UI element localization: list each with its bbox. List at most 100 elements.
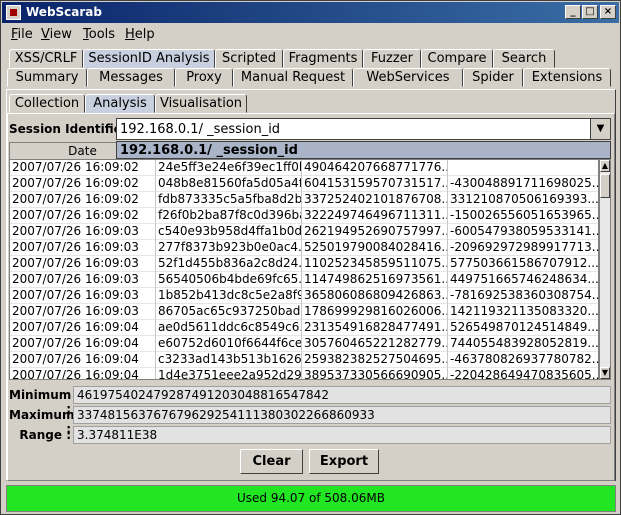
minimize-icon[interactable]: _	[565, 5, 581, 19]
table-cell: 490464207668771776...	[304, 160, 448, 176]
range-label: Range :	[19, 428, 71, 442]
chevron-down-icon[interactable]: ▼	[590, 119, 610, 139]
menu-file[interactable]: File	[11, 27, 33, 42]
table-cell: 231354916828477491...	[304, 320, 448, 336]
table-cell: 048b8e81560fa5d05a4f...	[158, 176, 302, 192]
table-cell: 2007/07/26 16:09:04	[10, 368, 156, 379]
table-cell: 2007/07/26 16:09:02	[10, 208, 156, 224]
table-row[interactable]: 2007/07/26 16:09:03 c540e93b958d4ffa1b0d.…	[10, 224, 599, 240]
table-cell: 86705ac65c937250bad...	[158, 304, 302, 320]
table-row[interactable]: 2007/07/26 16:09:04 c3233ad143b513b1626..…	[10, 352, 599, 368]
menu-bar: File View Tools Help	[2, 24, 619, 45]
table-cell: 744055483928052819...	[450, 336, 599, 350]
table-cell: c3233ad143b513b1626...	[158, 352, 302, 368]
range-field: 3.374811E38	[73, 426, 611, 444]
menu-tools[interactable]: Tools	[83, 27, 115, 42]
table-scrollbar[interactable]: ▲ ▼	[599, 159, 611, 380]
table-cell: 178699929816026006...	[304, 304, 448, 320]
table-cell: 305760465221282779...	[304, 336, 448, 352]
table-cell: e60752d6010f6644f6ce...	[158, 336, 302, 352]
table-cell: 2007/07/26 16:09:03	[10, 304, 156, 320]
tab-compare[interactable]: Compare	[421, 49, 493, 68]
table-cell: 322249746496711311...	[304, 208, 448, 224]
table-cell: 2007/07/26 16:09:02	[10, 160, 156, 176]
table-cell: 526549870124514849...	[450, 320, 599, 334]
table-row[interactable]: 2007/07/26 16:09:03 52f1d455b836a2c8d24..…	[10, 256, 599, 272]
table-cell: 449751665746248634...	[450, 272, 599, 286]
table-row[interactable]: 2007/07/26 16:09:02 fdb873335c5a5fba8d2b.…	[10, 192, 599, 208]
table-row[interactable]: 2007/07/26 16:09:03 277f8373b923b0e0ac4..…	[10, 240, 599, 256]
table-row[interactable]: 2007/07/26 16:09:02 048b8e81560fa5d05a4f.…	[10, 176, 598, 192]
title-bar[interactable]: WebScarab _ □ ×	[2, 2, 619, 23]
table-row[interactable]: 2007/07/26 16:09:04 e60752d6010f6644f6ce.…	[10, 336, 599, 352]
table-cell: 331210870506169393...	[450, 192, 599, 206]
scroll-thumb[interactable]	[600, 174, 610, 198]
table-cell: 1b852b413dc8c5e2a8f9...	[158, 288, 302, 304]
table-cell: 56540506b4bde69fc65...	[158, 272, 302, 288]
tab-analysis[interactable]: Analysis	[85, 94, 155, 113]
tab-messages[interactable]: Messages	[87, 68, 175, 87]
maximum-field: 3374815637676796292541113803022668609​33	[73, 406, 611, 424]
export-button[interactable]: Export	[309, 449, 379, 474]
table-cell: 2007/07/26 16:09:04	[10, 336, 156, 352]
session-table: Date 2007/07/26 16:09:02 24e5ff3e24e6f39e…	[9, 142, 599, 380]
session-dropdown-option[interactable]: 192.168.0.1/ _session_id	[116, 141, 611, 159]
tab-visualisation[interactable]: Visualisation	[155, 94, 247, 113]
table-cell: 52f1d455b836a2c8d24...	[158, 256, 302, 272]
tab-summary[interactable]: Summary	[7, 68, 87, 87]
table-cell: c540e93b958d4ffa1b0d...	[158, 224, 302, 240]
tab-search[interactable]: Search	[493, 49, 555, 68]
scroll-up-icon[interactable]: ▲	[600, 160, 610, 172]
table-cell: 337252402101876708...	[304, 192, 448, 208]
clear-button[interactable]: Clear	[240, 449, 303, 474]
tab-xss-crlf[interactable]: XSS/CRLF	[9, 49, 83, 68]
table-row[interactable]: 2007/07/26 16:09:03 1b852b413dc8c5e2a8f9.…	[10, 288, 599, 304]
menu-view[interactable]: View	[41, 27, 72, 42]
table-cell: fdb873335c5a5fba8d2b...	[158, 192, 302, 208]
table-cell: 604153159570731517...	[304, 176, 448, 192]
table-cell: 2007/07/26 16:09:03	[10, 240, 156, 256]
menu-help[interactable]: Help	[125, 27, 155, 42]
table-cell: 2007/07/26 16:09:03	[10, 288, 156, 304]
table-row[interactable]: 2007/07/26 16:09:02 f26f0b2ba87f8c0d396ba…	[10, 208, 599, 224]
table-cell: -150026556051653965...	[450, 208, 599, 222]
table-row[interactable]: 2007/07/26 16:09:04 ae0d5611ddc6c8549c6..…	[10, 320, 599, 336]
table-cell: 1d4e3751eee2a952d29...	[156, 368, 302, 379]
scroll-down-icon[interactable]: ▼	[600, 367, 610, 379]
table-cell: 2007/07/26 16:09:02	[10, 192, 156, 208]
close-icon[interactable]: ×	[600, 5, 616, 19]
tab-proxy[interactable]: Proxy	[175, 68, 233, 87]
tab-extensions[interactable]: Extensions	[523, 68, 611, 87]
table-cell: -220428649470835605...	[448, 368, 598, 379]
tab-manual-request[interactable]: Manual Request	[233, 68, 353, 87]
table-cell: -463780826937780782...	[450, 352, 599, 366]
memory-status-bar[interactable]: Used 94.07 of 508.06MB	[6, 485, 616, 512]
table-cell: 577503661586707912...	[450, 256, 599, 270]
tab-spider[interactable]: Spider	[463, 68, 523, 87]
table-cell: 110252345859511075...	[304, 256, 448, 272]
table-cell: 259382382527504695...	[304, 352, 448, 368]
tab-fragments[interactable]: Fragments	[283, 49, 363, 68]
table-cell: 2007/07/26 16:09:02	[10, 176, 156, 192]
table-cell: -600547938059533141...	[450, 224, 599, 238]
tab-scripted[interactable]: Scripted	[215, 49, 283, 68]
table-cell: 142119321135083320...	[450, 304, 599, 318]
table-cell: 2007/07/26 16:09:04	[10, 352, 156, 368]
table-cell: 365806086809426863...	[304, 288, 448, 304]
table-row[interactable]: 2007/07/26 16:09:03 86705ac65c937250bad..…	[10, 304, 599, 320]
table-cell: -209692972989917713...	[450, 240, 599, 254]
table-row[interactable]: 2007/07/26 16:09:02 24e5ff3e24e6f39ec1ff0…	[10, 160, 598, 176]
app-icon	[6, 5, 21, 20]
table-row[interactable]: 2007/07/26 16:09:03 56540506b4bde69fc65..…	[10, 272, 599, 288]
webscarab-window: WebScarab _ □ × File View Tools Help XSS…	[0, 0, 621, 515]
table-cell: -781692538360308754...	[450, 288, 599, 302]
tab-collection[interactable]: Collection	[9, 94, 85, 113]
tab-sessionid-analysis[interactable]: SessionID Analysis	[83, 49, 215, 68]
tab-webservices[interactable]: WebServices	[353, 68, 463, 87]
table-row[interactable]: 2007/07/26 16:09:04 1d4e3751eee2a952d29..…	[10, 368, 598, 379]
tab-fuzzer[interactable]: Fuzzer	[363, 49, 421, 68]
session-identifier-combo[interactable]: 192.168.0.1/ _session_id ▼	[116, 118, 611, 140]
table-cell: 525019790084028416...	[304, 240, 448, 256]
table-cell: 2007/07/26 16:09:03	[10, 224, 156, 240]
maximize-icon[interactable]: □	[582, 5, 598, 19]
